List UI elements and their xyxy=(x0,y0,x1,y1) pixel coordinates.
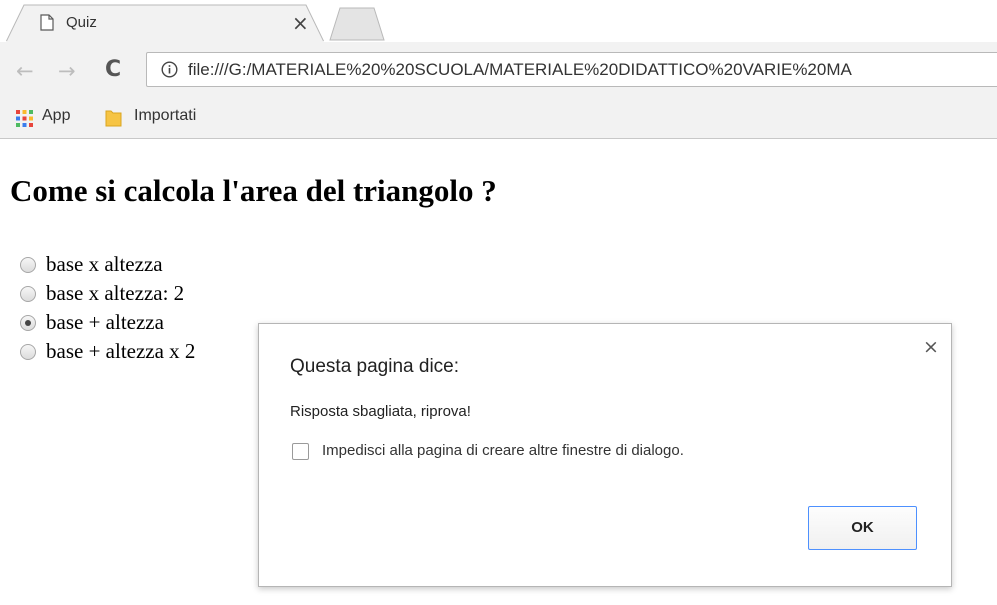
quiz-question: Come si calcola l'area del triangolo ? xyxy=(10,173,497,208)
dialog-title: Questa pagina dice: xyxy=(290,356,460,377)
reload-icon[interactable]: C xyxy=(105,57,121,82)
page-icon xyxy=(40,14,54,31)
apps-grid-icon[interactable] xyxy=(16,110,33,127)
answer-option[interactable]: base x altezza: 2 xyxy=(20,279,260,308)
radio-button[interactable] xyxy=(20,344,36,360)
answer-option[interactable]: base x altezza xyxy=(20,250,260,279)
forward-arrow-icon[interactable]: → xyxy=(58,59,76,83)
prevent-dialogs-checkbox[interactable] xyxy=(292,443,309,460)
radio-button[interactable] xyxy=(20,286,36,302)
answer-label[interactable]: base + altezza xyxy=(46,308,164,337)
address-bar[interactable]: file:///G:/MATERIALE%20%20SCUOLA/MATERIA… xyxy=(146,52,997,87)
radio-button[interactable] xyxy=(20,315,36,331)
answer-options: base x altezza base x altezza: 2 base + … xyxy=(20,250,260,366)
answer-option[interactable]: base + altezza x 2 xyxy=(20,337,260,366)
dialog-message: Risposta sbagliata, riprova! xyxy=(290,403,471,420)
bookmarks-bar: App Importati xyxy=(0,100,997,138)
radio-dot xyxy=(25,320,31,326)
answer-label[interactable]: base x altezza: 2 xyxy=(46,279,184,308)
back-arrow-icon[interactable]: ← xyxy=(16,59,34,83)
info-icon[interactable] xyxy=(161,61,178,78)
browser-toolbar: ← → C file:///G:/MATERIALE%20%20SCUOLA/M… xyxy=(0,42,997,100)
bookmark-apps[interactable]: App xyxy=(42,107,70,125)
answer-label[interactable]: base + altezza x 2 xyxy=(46,337,195,366)
new-tab-button[interactable] xyxy=(326,4,386,42)
radio-button[interactable] xyxy=(20,257,36,273)
folder-icon[interactable] xyxy=(105,109,122,127)
bookmark-importati[interactable]: Importati xyxy=(134,107,196,125)
prevent-dialogs-label[interactable]: Impedisci alla pagina di creare altre fi… xyxy=(322,442,684,459)
tab-quiz[interactable]: Quiz × xyxy=(6,4,324,43)
url-text[interactable]: file:///G:/MATERIALE%20%20SCUOLA/MATERIA… xyxy=(188,60,852,80)
tab-title: Quiz xyxy=(66,14,97,31)
answer-label[interactable]: base x altezza xyxy=(46,250,163,279)
answer-option[interactable]: base + altezza xyxy=(20,308,260,337)
tab-strip: Quiz × xyxy=(0,0,997,43)
tab-close-icon[interactable]: × xyxy=(292,11,309,35)
alert-dialog: × Questa pagina dice: Risposta sbagliata… xyxy=(258,323,952,587)
dialog-close-icon[interactable]: × xyxy=(923,336,939,358)
ok-button[interactable]: OK xyxy=(808,506,917,550)
browser-chrome: Quiz × ← → C file:///G:/MATERIALE%20%20S… xyxy=(0,0,997,139)
